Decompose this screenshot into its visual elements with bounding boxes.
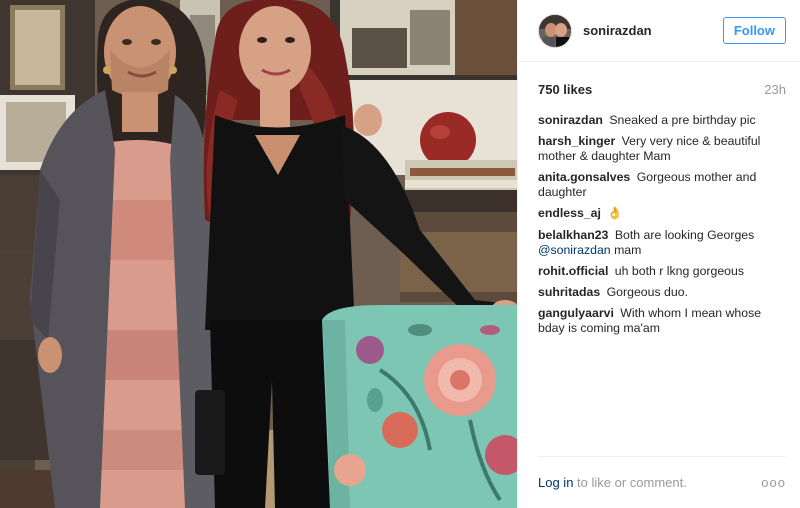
comment-list: sonirazdan Sneaked a pre birthday pic ha… bbox=[538, 113, 786, 342]
post-stats: 750 likes 23h bbox=[538, 80, 786, 98]
comment-author[interactable]: harsh_kinger bbox=[538, 134, 615, 148]
ok-hand-emoji: 👌 bbox=[607, 206, 623, 220]
post-timestamp[interactable]: 23h bbox=[764, 82, 786, 97]
comment-item: gangulyaarvi With whom I mean whose bday… bbox=[538, 306, 786, 336]
comment-text: uh both r lkng gorgeous bbox=[614, 264, 745, 278]
comment-author[interactable]: endless_aj bbox=[538, 206, 601, 220]
comment-mention[interactable]: @sonirazdan bbox=[538, 243, 611, 257]
comment-text: Sneaked a pre birthday pic bbox=[609, 113, 756, 127]
comment-author[interactable]: rohit.official bbox=[538, 264, 608, 278]
post-photo[interactable] bbox=[0, 0, 517, 508]
avatar-image bbox=[539, 14, 571, 47]
comment-item: suhritadas Gorgeous duo. bbox=[538, 285, 786, 300]
comment-item: sonirazdan Sneaked a pre birthday pic bbox=[538, 113, 786, 128]
comment-item: rohit.official uh both r lkng gorgeous bbox=[538, 264, 786, 279]
post-sidebar: sonirazdan Follow 750 likes 23h sonirazd… bbox=[517, 0, 800, 508]
login-prompt: Log in to like or comment. bbox=[538, 475, 687, 490]
likes-count[interactable]: 750 likes bbox=[538, 82, 592, 97]
comment-author[interactable]: anita.gonsalves bbox=[538, 170, 630, 184]
comment-text: Gorgeous duo. bbox=[606, 285, 688, 299]
follow-button[interactable]: Follow bbox=[722, 17, 786, 44]
post-header: sonirazdan Follow bbox=[518, 0, 800, 62]
comment-author[interactable]: sonirazdan bbox=[538, 113, 603, 127]
comment-text-after: mam bbox=[614, 243, 642, 257]
comment-author[interactable]: suhritadas bbox=[538, 285, 600, 299]
post-photo-image bbox=[0, 0, 517, 508]
comment-item: belalkhan23 Both are looking Georges @so… bbox=[538, 228, 786, 258]
comment-item: harsh_kinger Very very nice & beautiful … bbox=[538, 134, 786, 164]
comment-item: anita.gonsalves Gorgeous mother and daug… bbox=[538, 170, 786, 200]
post-footer: Log in to like or comment. ooo bbox=[538, 456, 786, 508]
comment-author[interactable]: belalkhan23 bbox=[538, 228, 608, 242]
avatar[interactable] bbox=[538, 13, 572, 48]
login-link[interactable]: Log in bbox=[538, 475, 573, 490]
comment-item: endless_aj 👌 bbox=[538, 206, 786, 221]
comment-author[interactable]: gangulyaarvi bbox=[538, 306, 614, 320]
login-prompt-text: to like or comment. bbox=[577, 475, 687, 490]
comment-text: Both are looking Georges bbox=[614, 228, 755, 242]
username-link[interactable]: sonirazdan bbox=[583, 23, 723, 38]
more-options-icon[interactable]: ooo bbox=[761, 475, 786, 490]
